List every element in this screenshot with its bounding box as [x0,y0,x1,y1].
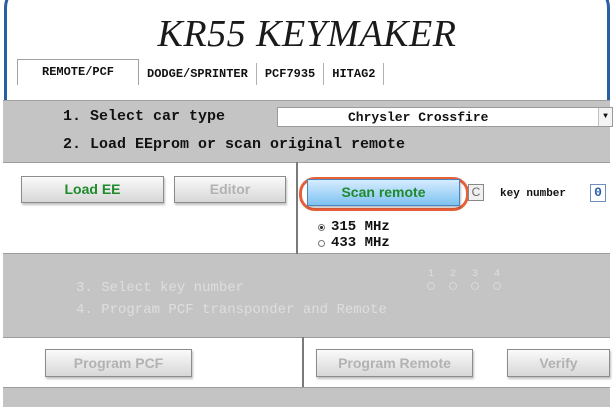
key-option-4[interactable]: 4 [491,270,503,290]
freq-315-option[interactable]: 315 MHz [318,219,390,235]
tab-bar: REMOTE/PCF DODGE/SPRINTER PCF7935 HITAG2 [17,59,385,85]
radio-selected-icon[interactable] [318,223,325,231]
step4-label: 4. Program PCF transponder and Remote [76,302,387,318]
radio-icon[interactable] [427,282,435,290]
car-type-select[interactable]: Chrysler Crossfire ▼ [277,107,613,127]
key-option-1[interactable]: 1 [425,270,437,290]
key-number-input[interactable]: 0 [590,184,606,202]
radio-icon[interactable] [471,282,479,290]
radio-icon[interactable] [493,282,501,290]
triangle-down-icon[interactable]: ▼ [598,108,612,126]
tab-remote-pcf[interactable]: REMOTE/PCF [17,59,140,85]
program-remote-button[interactable]: Program Remote [316,349,473,377]
key-option-3[interactable]: 3 [469,270,481,290]
editor-button[interactable]: Editor [174,176,286,203]
freq-315-label: 315 MHz [331,219,390,235]
freq-433-label: 433 MHz [331,235,390,251]
key-number-options: 1 2 3 4 [425,270,503,290]
tab-dodge-sprinter[interactable]: DODGE/SPRINTER [139,63,257,85]
verify-button[interactable]: Verify [507,349,610,377]
app-title: KR55 KEYMAKER [157,13,457,55]
key-number-label: key number [500,188,567,200]
key-option-4-label: 4 [493,269,500,280]
key-option-1-label: 1 [427,269,434,280]
key-option-2[interactable]: 2 [447,270,459,290]
step1-label: 1. Select car type [63,108,226,125]
tab-pcf7935[interactable]: PCF7935 [256,63,325,85]
radio-icon[interactable] [449,282,457,290]
status-strip [3,387,610,407]
program-pcf-button[interactable]: Program PCF [45,349,192,377]
freq-433-option[interactable]: 433 MHz [318,235,390,251]
key-option-3-label: 3 [471,269,478,280]
step2-label: 2. Load EEprom or scan original remote [63,136,406,153]
divider [296,162,298,254]
load-ee-button[interactable]: Load EE [21,176,164,203]
tab-hitag2[interactable]: HITAG2 [324,63,385,85]
scan-remote-button[interactable]: Scan remote [307,179,460,206]
key-option-2-label: 2 [449,269,456,280]
car-type-value: Chrysler Crossfire [348,110,489,125]
radio-unselected-icon[interactable] [318,239,325,247]
c-checkbox[interactable]: C [468,184,484,201]
step3-label: 3. Select key number [76,280,245,296]
